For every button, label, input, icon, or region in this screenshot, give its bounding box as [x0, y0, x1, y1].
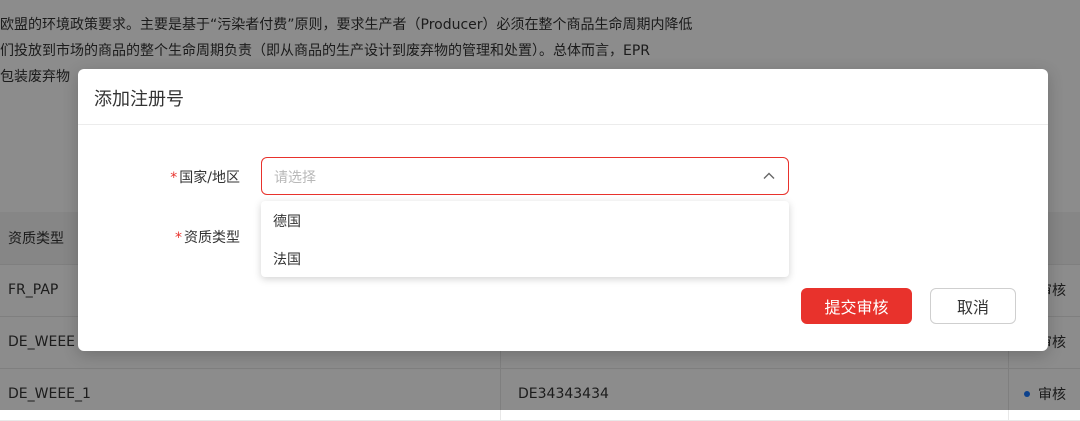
- submit-review-button[interactable]: 提交审核: [801, 288, 912, 324]
- chevron-up-icon: [763, 172, 775, 179]
- country-option-germany[interactable]: 德国: [261, 201, 789, 239]
- add-registration-dialog: 添加注册号 * 国家/地区 请选择 * 资质类型 德国 法国 提交审核 取消: [78, 69, 1048, 351]
- required-mark: *: [175, 230, 182, 246]
- cancel-button[interactable]: 取消: [930, 288, 1016, 324]
- country-dropdown: 德国 法国: [261, 201, 789, 277]
- country-label: * 国家/地区: [170, 170, 240, 186]
- required-mark: *: [170, 170, 178, 186]
- country-select-placeholder: 请选择: [274, 170, 316, 186]
- country-option-france[interactable]: 法国: [261, 239, 789, 277]
- qualification-type-label: * 资质类型: [175, 230, 240, 246]
- country-select[interactable]: 请选择: [261, 157, 789, 195]
- modal-header: 添加注册号: [78, 69, 1048, 125]
- modal-title: 添加注册号: [94, 89, 184, 110]
